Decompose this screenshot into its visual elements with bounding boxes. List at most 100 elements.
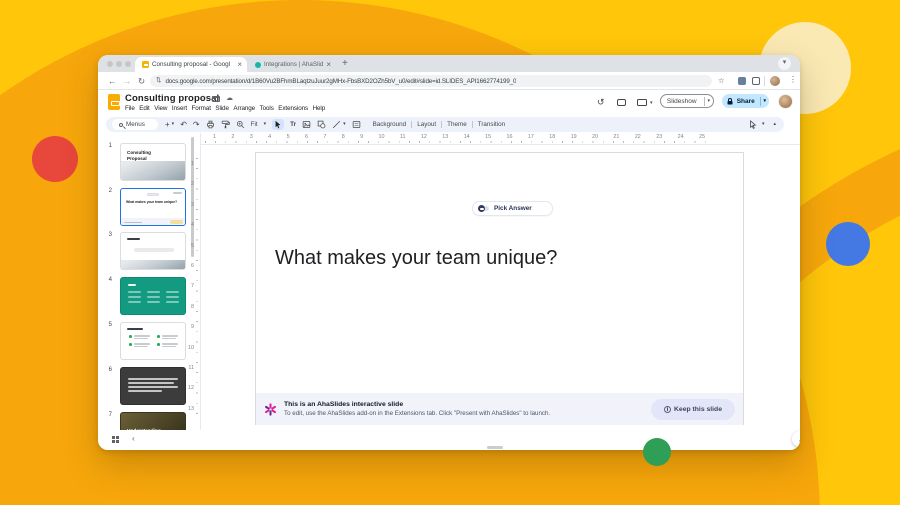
ruler-number: 5	[191, 243, 194, 249]
new-tab-button[interactable]: +	[342, 58, 348, 69]
menu-item[interactable]: Extensions	[278, 105, 308, 112]
toolbar-text-button[interactable]: Transition	[473, 121, 510, 128]
collapse-toolbar-icon[interactable]: ▴	[773, 122, 776, 127]
ruler-number: 24	[678, 134, 684, 140]
slide-thumbnail-3[interactable]	[120, 232, 186, 270]
share-button[interactable]: Share ▾	[722, 94, 769, 108]
slide-number: 2	[102, 188, 112, 194]
collapse-filmstrip-icon[interactable]: ‹	[132, 435, 135, 443]
window-close-button[interactable]	[107, 61, 113, 67]
toolbar-text-button[interactable]: Layout	[412, 121, 442, 128]
chevron-down-icon[interactable]: ▾	[343, 122, 346, 127]
toolbar-text-button[interactable]: Background	[368, 121, 413, 128]
insert-shape-icon[interactable]	[317, 120, 326, 129]
divider	[764, 76, 765, 86]
ahaslides-logo-icon	[264, 403, 277, 416]
bookmark-star-icon[interactable]: ☆	[718, 77, 725, 85]
side-panel-icon[interactable]	[752, 77, 760, 85]
forward-icon[interactable]: →	[123, 77, 132, 86]
pointer-options-icon[interactable]	[749, 120, 757, 129]
keep-button-label: Keep this slide	[674, 406, 722, 413]
slide-thumbnail-1[interactable]: Consulting Proposal	[120, 143, 186, 181]
slideshow-button[interactable]: Slideshow ▾	[660, 94, 714, 108]
canvas-horizontal-scrollbar[interactable]	[487, 446, 503, 449]
window-zoom-button[interactable]	[125, 61, 131, 67]
chevron-down-icon[interactable]: ▾	[762, 122, 765, 127]
menu-item[interactable]: Edit	[139, 105, 149, 112]
comment-icon[interactable]	[617, 99, 626, 106]
slide-thumbnail-5[interactable]	[120, 322, 186, 360]
slide-canvas[interactable]: Pick Answer What makes your team unique?…	[255, 152, 744, 425]
version-history-icon[interactable]: ↺	[597, 98, 605, 107]
chevron-down-icon[interactable]: ▾	[264, 122, 267, 127]
ruler-number: 11	[400, 134, 406, 140]
browser-profile-avatar[interactable]	[770, 76, 780, 86]
decor-green-circle	[643, 438, 671, 466]
browser-menu-icon[interactable]: ⋮	[789, 76, 797, 84]
google-slides-logo[interactable]	[108, 94, 120, 110]
chevron-down-icon[interactable]: ▾	[650, 101, 653, 106]
ruler-number: 12	[188, 385, 194, 391]
move-folder-icon[interactable]	[212, 96, 220, 102]
select-tool-button-active[interactable]	[272, 119, 284, 130]
chevron-down-icon[interactable]: ▾	[763, 99, 766, 104]
ahaslides-banner: This is an AhaSlides interactive slide T…	[256, 393, 743, 425]
bottom-bar: ‹	[98, 430, 800, 450]
ruler-number: 10	[188, 345, 194, 351]
slide-thumbnail-4[interactable]	[120, 277, 186, 315]
ruler-number: 8	[342, 134, 345, 140]
text-box-icon[interactable]: Tr	[290, 121, 296, 128]
chevron-down-icon[interactable]: ▾	[707, 99, 710, 104]
pick-answer-chip[interactable]: Pick Answer	[472, 201, 553, 216]
menu-item[interactable]: Format	[192, 105, 211, 112]
present-to-meeting-icon[interactable]	[637, 99, 647, 106]
slide-thumbnail-6[interactable]	[120, 367, 186, 405]
thumbnail-heading: What makes your team unique?	[126, 200, 177, 204]
back-icon[interactable]: ←	[108, 77, 117, 86]
tab-integrations-ahaslides[interactable]: Integrations | AhaSlides ×	[251, 57, 335, 72]
insert-line-icon[interactable]	[332, 120, 341, 129]
tune-icon[interactable]: ⇅	[156, 78, 161, 85]
star-document-icon[interactable]: ☆	[200, 95, 206, 102]
keep-this-slide-button[interactable]: i Keep this slide	[651, 399, 735, 420]
menu-item[interactable]: Slide	[215, 105, 229, 112]
redo-icon[interactable]: ↷	[193, 121, 200, 129]
window-minimize-button[interactable]	[116, 61, 122, 67]
slide-number: 4	[102, 277, 112, 283]
ahaslides-favicon	[255, 62, 261, 68]
menu-item[interactable]: Help	[313, 105, 326, 112]
ruler-number: 1	[191, 161, 194, 167]
grid-view-icon[interactable]	[112, 436, 119, 443]
menu-item[interactable]: Arrange	[233, 105, 255, 112]
close-icon[interactable]: ×	[326, 61, 331, 69]
menu-item[interactable]: Tools	[260, 105, 274, 112]
ruler-number: 13	[188, 406, 194, 412]
chevron-left-icon: ‹	[799, 438, 800, 445]
menu-item[interactable]: File	[125, 105, 135, 112]
thumbnail-keep-button	[170, 220, 183, 224]
slide-thumbnail-2-selected[interactable]: What makes your team unique?	[120, 188, 186, 226]
slide-heading[interactable]: What makes your team unique?	[275, 247, 557, 270]
undo-icon[interactable]: ↶	[180, 121, 187, 129]
print-icon[interactable]	[206, 120, 215, 129]
insert-image-icon[interactable]	[302, 120, 311, 129]
ruler-number: 3	[191, 202, 194, 208]
menus-search-box[interactable]: Menus	[112, 119, 158, 130]
close-icon[interactable]: ×	[237, 61, 242, 69]
chevron-down-icon[interactable]: ▾	[172, 122, 175, 127]
zoom-icon[interactable]	[236, 120, 245, 129]
account-avatar[interactable]	[778, 94, 793, 109]
extension-icon[interactable]	[738, 77, 746, 85]
address-bar[interactable]: ⇅ docs.google.com/presentation/d/1B60Vu2…	[150, 75, 712, 87]
toolbar-text-button[interactable]: Theme	[442, 121, 473, 128]
menu-item[interactable]: View	[154, 105, 167, 112]
paint-format-icon[interactable]	[221, 120, 230, 129]
reload-icon[interactable]: ↻	[138, 77, 145, 86]
tab-search-button[interactable]: ▾	[778, 57, 791, 70]
ruler-number: 6	[191, 263, 194, 269]
tab-consulting-proposal[interactable]: Consulting proposal - Googl ×	[135, 57, 247, 72]
zoom-in-add-icon[interactable]: +	[165, 121, 170, 129]
menu-item[interactable]: Insert	[172, 105, 187, 112]
insert-placeholder-icon[interactable]	[352, 120, 361, 129]
zoom-fit-label[interactable]: Fit	[251, 121, 258, 128]
